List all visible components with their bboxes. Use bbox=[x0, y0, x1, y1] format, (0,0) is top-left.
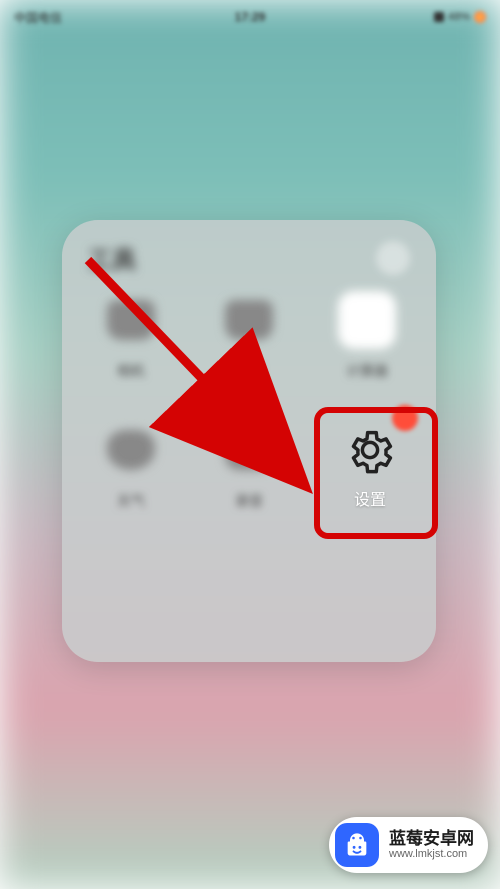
settings-app[interactable]: 设置 bbox=[320, 413, 420, 521]
notification-badge-icon bbox=[392, 405, 418, 431]
watermark-logo-icon bbox=[335, 823, 379, 867]
folder-title: 工具 bbox=[88, 240, 136, 275]
watermark: 蓝莓安卓网 www.lmkjst.com bbox=[329, 817, 488, 873]
status-time: 17:29 bbox=[235, 10, 266, 24]
battery-icon bbox=[434, 12, 444, 22]
watermark-url: www.lmkjst.com bbox=[389, 848, 474, 861]
app-label: 天气 bbox=[117, 491, 145, 511]
settings-label: 设置 bbox=[354, 486, 386, 510]
app-label: 图库 bbox=[235, 361, 263, 381]
gear-icon bbox=[344, 424, 396, 476]
app-cell[interactable]: 图库 bbox=[190, 291, 308, 407]
status-right: 48% bbox=[434, 11, 486, 23]
watermark-title: 蓝莓安卓网 bbox=[389, 829, 474, 849]
status-bar: 中国电信 17:29 48% bbox=[0, 0, 500, 34]
app-cell[interactable]: 相机 bbox=[72, 291, 190, 407]
app-label: 计算器 bbox=[346, 361, 388, 381]
status-dot-icon bbox=[474, 11, 486, 23]
app-label: 录音 bbox=[235, 491, 263, 511]
app-label: 相机 bbox=[117, 361, 145, 381]
app-icon bbox=[107, 300, 155, 340]
app-cell[interactable]: 计算器 bbox=[308, 291, 426, 407]
app-icon bbox=[225, 300, 273, 340]
app-icon bbox=[225, 430, 273, 470]
app-icon bbox=[107, 430, 155, 470]
app-cell[interactable]: 天气 bbox=[72, 421, 190, 537]
close-icon[interactable] bbox=[376, 241, 410, 275]
battery-pct: 48% bbox=[448, 11, 470, 23]
app-icon bbox=[338, 291, 396, 349]
status-carrier: 中国电信 bbox=[14, 9, 62, 26]
app-cell[interactable]: 录音 bbox=[190, 421, 308, 537]
